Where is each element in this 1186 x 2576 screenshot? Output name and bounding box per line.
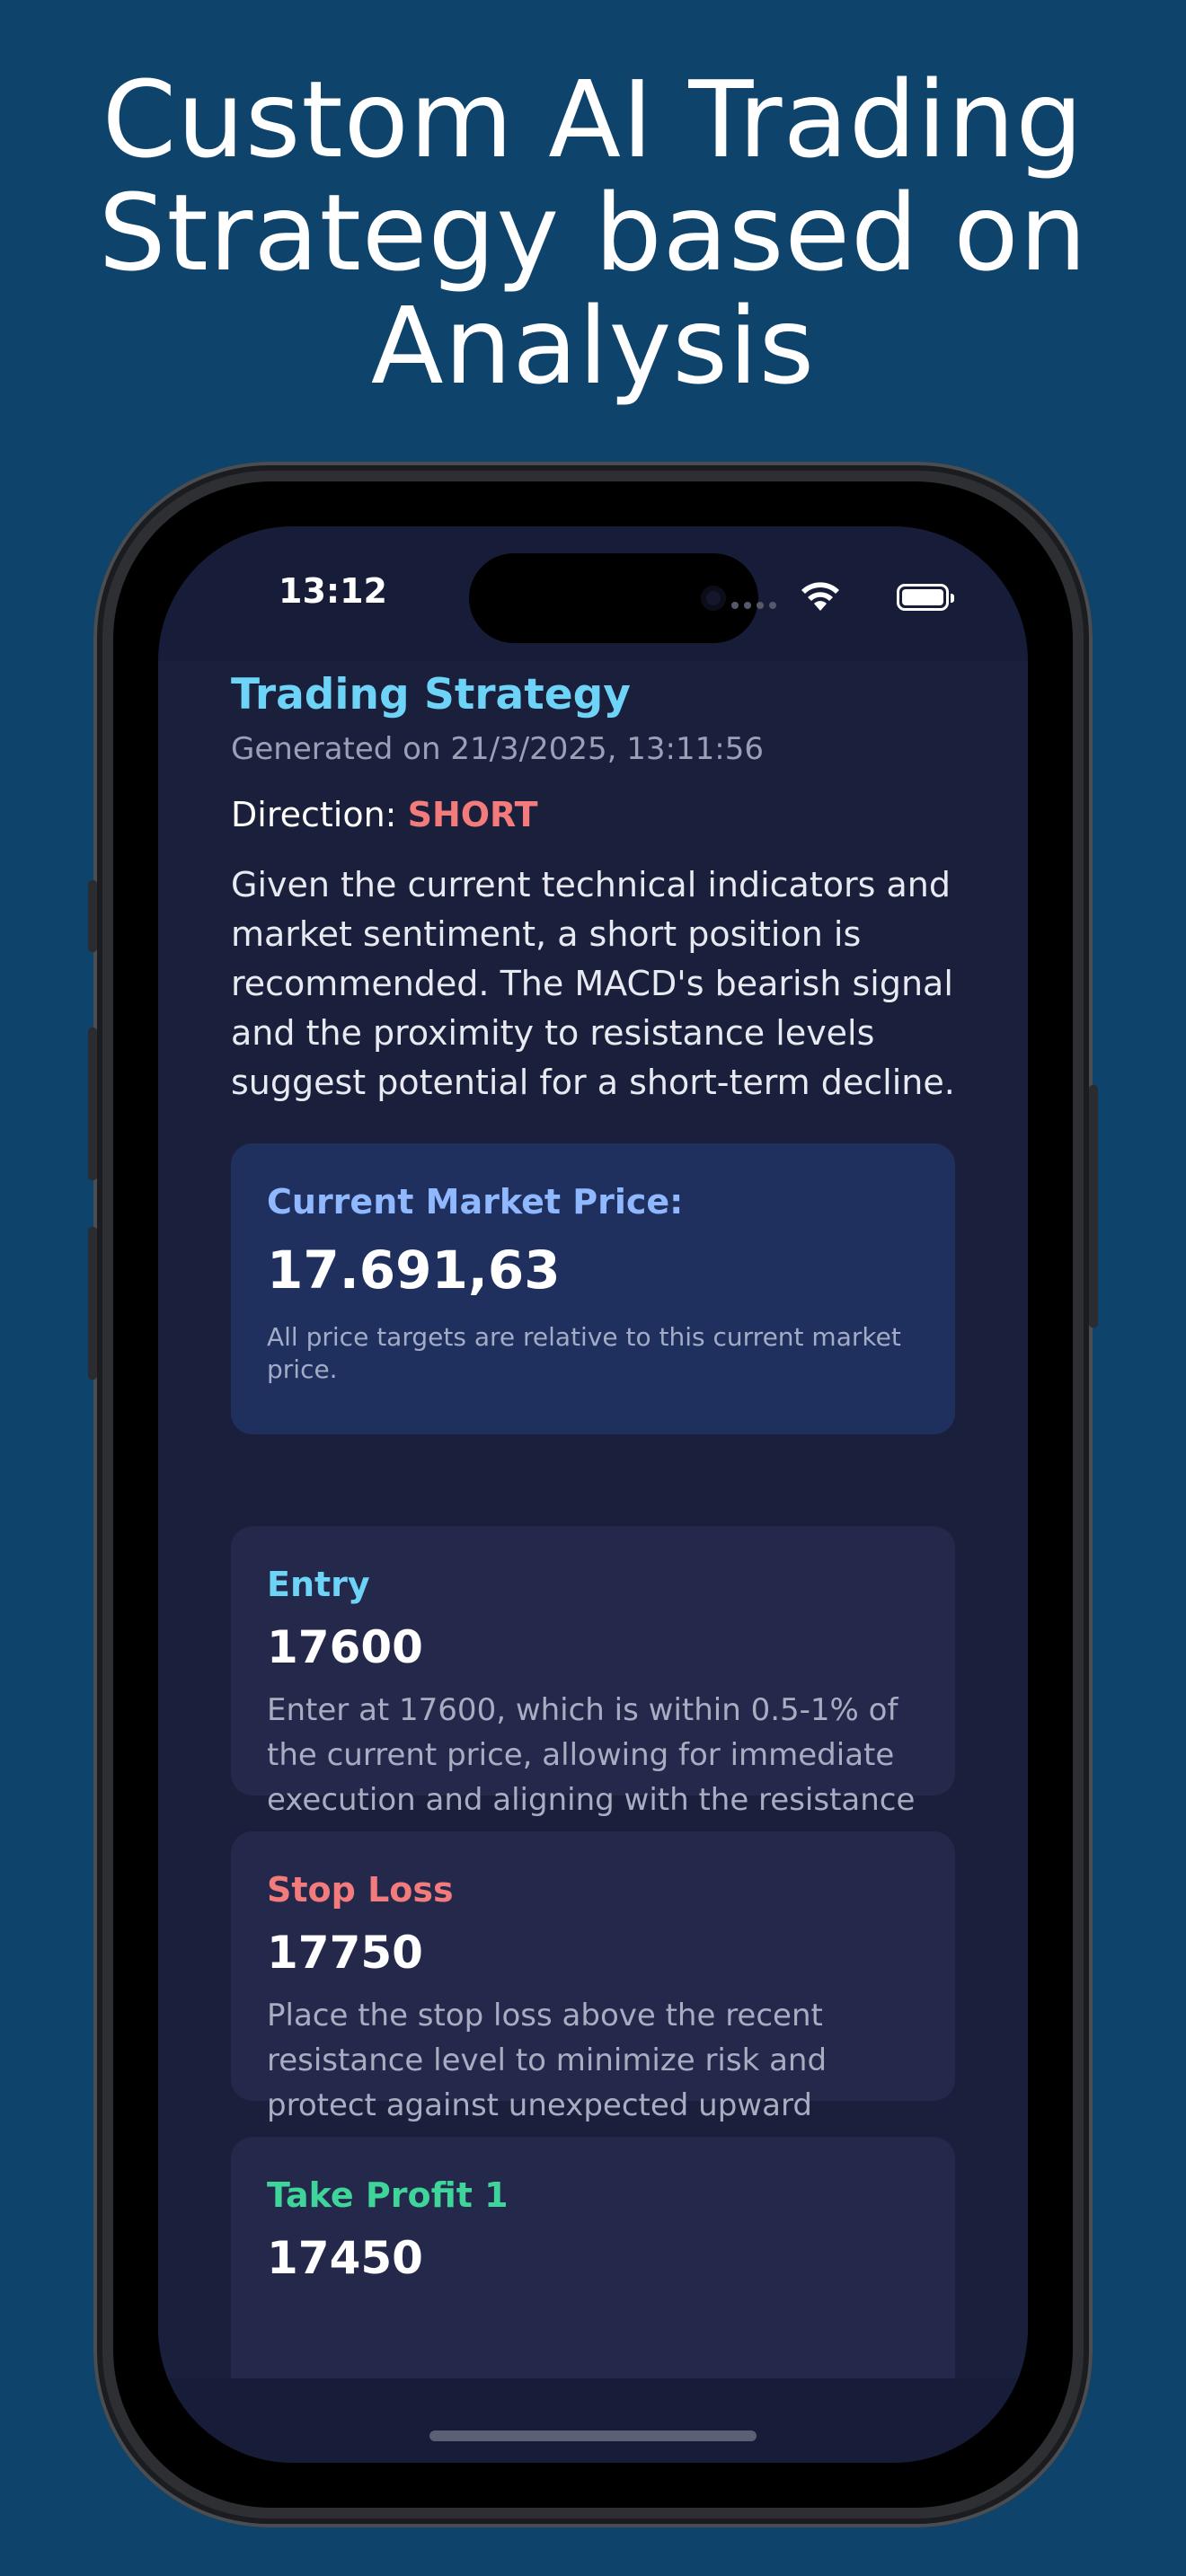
direction-value: SHORT	[407, 795, 538, 834]
battery-icon	[897, 584, 954, 611]
action-button	[88, 880, 97, 952]
wifi-icon	[801, 582, 839, 611]
market-price-note: All price targets are relative to this c…	[267, 1322, 901, 1384]
headline-line-2: Strategy based on	[98, 171, 1088, 295]
take-profit-1-label: Take Profit 1	[267, 2175, 509, 2215]
headline-line-3: Analysis	[370, 284, 816, 408]
entry-card: Entry 17600 Enter at 17600, which is wit…	[231, 1526, 955, 1863]
home-bar-area	[158, 2378, 1028, 2463]
direction-row: Direction: SHORT	[231, 792, 955, 837]
strategy-content: Trading Strategy Generated on 21/3/2025,…	[231, 661, 955, 2378]
stop-loss-card: Stop Loss 17750 Place the stop loss abov…	[231, 1831, 955, 2168]
market-price-card: Current Market Price: 17.691,63 All pric…	[231, 1143, 955, 1434]
home-indicator[interactable]	[429, 2430, 757, 2441]
phone-frame: 13:12 Trading Strategy Generated on 21/3…	[88, 462, 1098, 2527]
strategy-summary: Given the current technical indicators a…	[231, 865, 955, 1102]
stop-loss-label: Stop Loss	[267, 1870, 454, 1910]
take-profit-1-card: Take Profit 1 17450	[231, 2137, 955, 2378]
market-price-value: 17.691,63	[267, 1239, 561, 1301]
volume-up-button	[88, 1028, 97, 1180]
direction-label: Direction:	[231, 795, 397, 834]
stop-loss-value: 17750	[267, 1927, 423, 1979]
camera-icon	[701, 586, 726, 611]
entry-value: 17600	[267, 1621, 423, 1673]
signal-icon	[731, 602, 776, 609]
take-profit-1-value: 17450	[267, 2232, 423, 2284]
market-price-label: Current Market Price:	[267, 1182, 684, 1222]
volume-down-button	[88, 1227, 97, 1380]
phone-screen: 13:12 Trading Strategy Generated on 21/3…	[158, 526, 1028, 2463]
phone-bezel: 13:12 Trading Strategy Generated on 21/3…	[113, 481, 1073, 2508]
entry-label: Entry	[267, 1565, 370, 1604]
status-time: 13:12	[279, 571, 387, 611]
side-button	[1089, 1085, 1098, 1328]
headline-line-1: Custom AI Trading	[102, 57, 1084, 181]
promo-headline: Custom AI Trading Strategy based on Anal…	[0, 63, 1186, 402]
strategy-scroll-view[interactable]: Trading Strategy Generated on 21/3/2025,…	[158, 661, 1028, 2378]
dynamic-island	[469, 553, 758, 643]
generated-timestamp: Generated on 21/3/2025, 13:11:56	[231, 731, 764, 767]
page-title: Trading Strategy	[231, 670, 631, 719]
